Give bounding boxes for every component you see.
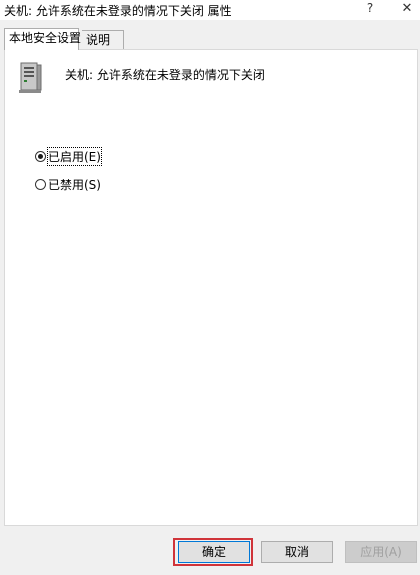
radio-disabled-label[interactable]: 已禁用(S)	[48, 176, 101, 193]
title-bar[interactable]: 关机: 允许系统在未登录的情况下关闭 属性 ? ✕	[0, 0, 420, 20]
ok-button[interactable]: 确定	[178, 541, 250, 563]
apply-button[interactable]: 应用(A)	[345, 541, 417, 563]
window-title: 关机: 允许系统在未登录的情况下关闭 属性	[4, 4, 232, 18]
tab-local-security-setting[interactable]: 本地安全设置	[4, 28, 81, 50]
properties-dialog: 关机: 允许系统在未登录的情况下关闭 属性 ? ✕ 本地安全设置 说明 关机: …	[0, 0, 420, 575]
tab-explain[interactable]: 说明	[82, 30, 124, 49]
radio-enabled-label[interactable]: 已启用(E)	[47, 146, 102, 166]
tab-panel: 关机: 允许系统在未登录的情况下关闭 已启用(E) 已禁用(S)	[4, 49, 418, 526]
help-icon[interactable]: ?	[364, 1, 376, 17]
radio-disabled-row[interactable]: 已禁用(S)	[35, 176, 101, 192]
radio-enabled[interactable]	[35, 150, 46, 162]
cancel-button[interactable]: 取消	[261, 541, 333, 563]
radio-enabled-row[interactable]: 已启用(E)	[35, 146, 102, 166]
policy-name: 关机: 允许系统在未登录的情况下关闭	[65, 68, 265, 82]
server-icon	[19, 62, 42, 93]
close-icon[interactable]: ✕	[400, 1, 414, 17]
radio-disabled[interactable]	[35, 178, 46, 190]
